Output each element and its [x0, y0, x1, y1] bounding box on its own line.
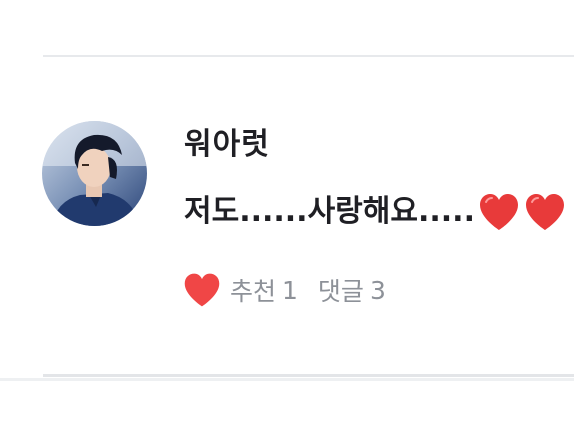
avatar-image — [42, 121, 147, 226]
reply-label: 댓글 — [317, 277, 364, 306]
divider-top — [43, 55, 574, 57]
comment-text: 저도......사랑해요..... — [184, 194, 475, 229]
like-count: 1 — [282, 275, 298, 305]
heart-icon — [182, 270, 222, 310]
heart-icon — [523, 192, 567, 232]
like-button[interactable]: 추천 1 — [182, 270, 298, 310]
comment-author[interactable]: 워아럿 — [184, 126, 270, 164]
comment-body: 저도......사랑해요..... — [184, 190, 567, 234]
reply-button[interactable]: 댓글 3 — [318, 272, 386, 308]
comment-meta: 추천 1 댓글 3 — [182, 268, 386, 312]
divider-bottom — [43, 374, 574, 377]
avatar[interactable] — [42, 121, 147, 226]
heart-icon — [477, 192, 521, 232]
reply-count: 3 — [369, 275, 386, 305]
section-separator — [0, 378, 574, 381]
like-label: 추천 — [230, 277, 277, 306]
